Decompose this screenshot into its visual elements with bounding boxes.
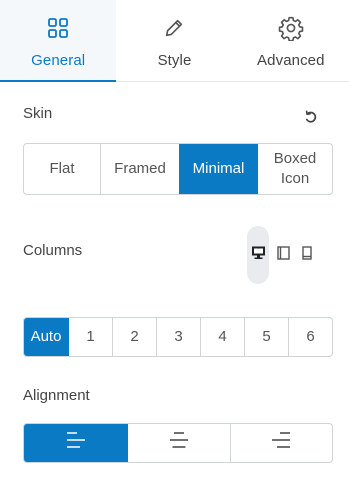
alignment-option-right[interactable] <box>229 424 332 462</box>
pencil-icon <box>159 13 189 43</box>
panel-tabs: General Style Advanced <box>0 0 349 82</box>
columns-option-4[interactable]: 4 <box>200 318 244 356</box>
tablet-icon <box>276 245 290 265</box>
skin-selector: Flat Framed Minimal Boxed Icon <box>23 143 333 195</box>
skin-option-minimal[interactable]: Minimal <box>179 144 257 194</box>
columns-option-2[interactable]: 2 <box>112 318 156 356</box>
grid-icon <box>43 13 73 43</box>
tab-style[interactable]: Style <box>116 0 232 81</box>
device-mobile[interactable] <box>296 226 318 284</box>
columns-option-3[interactable]: 3 <box>156 318 200 356</box>
reset-icon[interactable] <box>302 108 320 126</box>
skin-option-flat[interactable]: Flat <box>24 144 100 194</box>
alignment-option-center[interactable] <box>127 424 229 462</box>
tab-label: General <box>31 52 86 69</box>
alignment-option-left[interactable] <box>24 424 128 462</box>
alignment-label: Alignment <box>23 387 90 404</box>
skin-option-boxed-icon[interactable]: Boxed Icon <box>257 144 332 194</box>
tab-general[interactable]: General <box>0 0 117 82</box>
columns-label: Columns <box>23 242 83 259</box>
align-left-icon <box>66 431 86 455</box>
device-tablet[interactable] <box>272 226 294 284</box>
tab-label: Advanced <box>257 52 325 69</box>
align-right-icon <box>271 431 291 455</box>
tab-advanced[interactable]: Advanced <box>233 0 349 81</box>
desktop-icon <box>251 245 266 265</box>
alignment-selector <box>23 423 333 463</box>
skin-label: Skin <box>23 105 53 122</box>
columns-option-auto[interactable]: Auto <box>24 318 68 356</box>
device-desktop[interactable] <box>247 226 269 284</box>
columns-option-1[interactable]: 1 <box>68 318 112 356</box>
tab-label: Style <box>157 52 192 69</box>
gear-icon <box>276 13 306 43</box>
columns-selector: Auto 1 2 3 4 5 6 <box>23 317 333 357</box>
skin-option-framed[interactable]: Framed <box>100 144 179 194</box>
mobile-icon <box>302 245 312 265</box>
align-center-icon <box>169 431 189 455</box>
columns-option-6[interactable]: 6 <box>288 318 332 356</box>
columns-option-5[interactable]: 5 <box>244 318 288 356</box>
